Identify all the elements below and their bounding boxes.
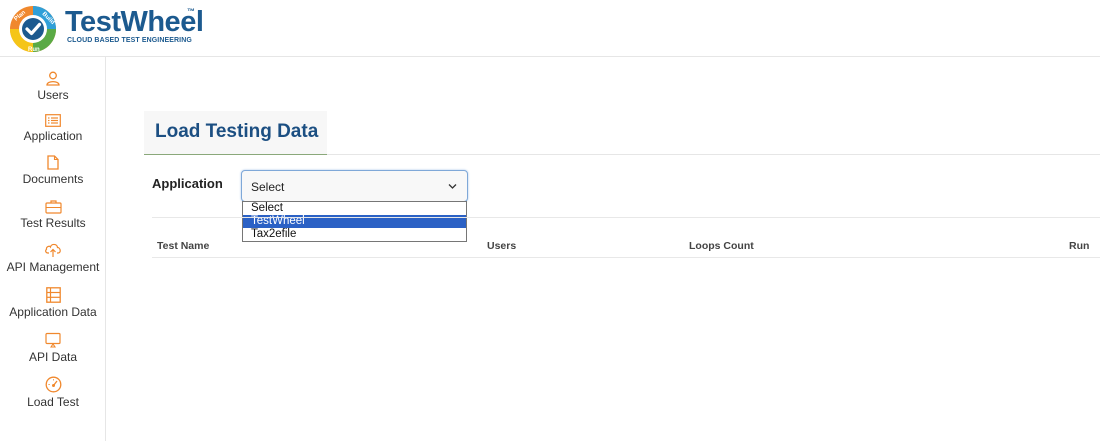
sidebar-item-label: API Management <box>6 260 100 274</box>
testwheel-logo[interactable]: Plan Build Run TestWheel ™ CLOUD BASED T… <box>8 4 208 54</box>
sidebar-item-api-management[interactable]: API Management <box>0 241 106 274</box>
sidebar-item-label: Load Test <box>27 395 79 409</box>
svg-text:Run: Run <box>28 47 40 53</box>
trademark-symbol: ™ <box>187 7 195 16</box>
page-title-tab: Load Testing Data <box>144 111 327 155</box>
user-icon <box>46 71 60 86</box>
divider <box>152 217 1100 218</box>
chevron-down-icon <box>448 184 457 189</box>
gauge-icon <box>45 376 61 393</box>
option-tax2efile[interactable]: Tax2efile <box>243 228 466 241</box>
sidebar-item-label: Application <box>23 129 83 143</box>
select-value: Select <box>251 180 285 194</box>
sidebar-item-label: Application Data <box>9 305 97 319</box>
sidebar-item-api-data[interactable]: API Data <box>0 332 106 364</box>
sidebar-item-users[interactable]: Users <box>0 71 106 102</box>
application-select[interactable]: Select <box>241 170 468 202</box>
brand-name: TestWheel <box>65 6 204 38</box>
sidebar: Users Application Documents Test Results <box>0 57 106 441</box>
sidebar-item-test-results[interactable]: Test Results <box>0 199 106 230</box>
column-header-loops-count: Loops Count <box>689 240 754 252</box>
list-icon <box>45 114 61 127</box>
sidebar-item-label: Documents <box>22 172 84 186</box>
sidebar-item-label: API Data <box>28 350 78 364</box>
column-header-run: Run <box>1069 240 1090 252</box>
table-header-divider <box>152 257 1100 258</box>
document-icon <box>47 155 59 170</box>
sidebar-item-documents[interactable]: Documents <box>0 155 106 186</box>
app-header: Plan Build Run TestWheel ™ CLOUD BASED T… <box>0 0 1100 57</box>
column-header-users: Users <box>487 240 517 252</box>
sidebar-item-load-test[interactable]: Load Test <box>0 376 106 409</box>
application-dropdown-list: Select TestWheel Tax2efile <box>242 201 467 242</box>
sidebar-item-label: Test Results <box>20 216 86 230</box>
sidebar-item-application[interactable]: Application <box>0 114 106 143</box>
column-header-test-name: Test Name <box>157 240 210 252</box>
sidebar-item-label: Users <box>37 88 69 102</box>
cloud-upload-icon <box>45 243 61 257</box>
brand-tagline: CLOUD BASED TEST ENGINEERING <box>67 37 192 44</box>
monitor-icon <box>45 332 61 348</box>
application-label: Application <box>152 176 223 191</box>
sidebar-item-application-data[interactable]: Application Data <box>0 287 106 319</box>
briefcase-icon <box>44 200 62 214</box>
table-icon <box>45 287 61 303</box>
page-title: Load Testing Data <box>155 121 319 142</box>
divider <box>327 154 1100 155</box>
wheel-logo-icon: Plan Build Run <box>10 6 56 53</box>
option-select[interactable]: Select <box>243 202 466 215</box>
